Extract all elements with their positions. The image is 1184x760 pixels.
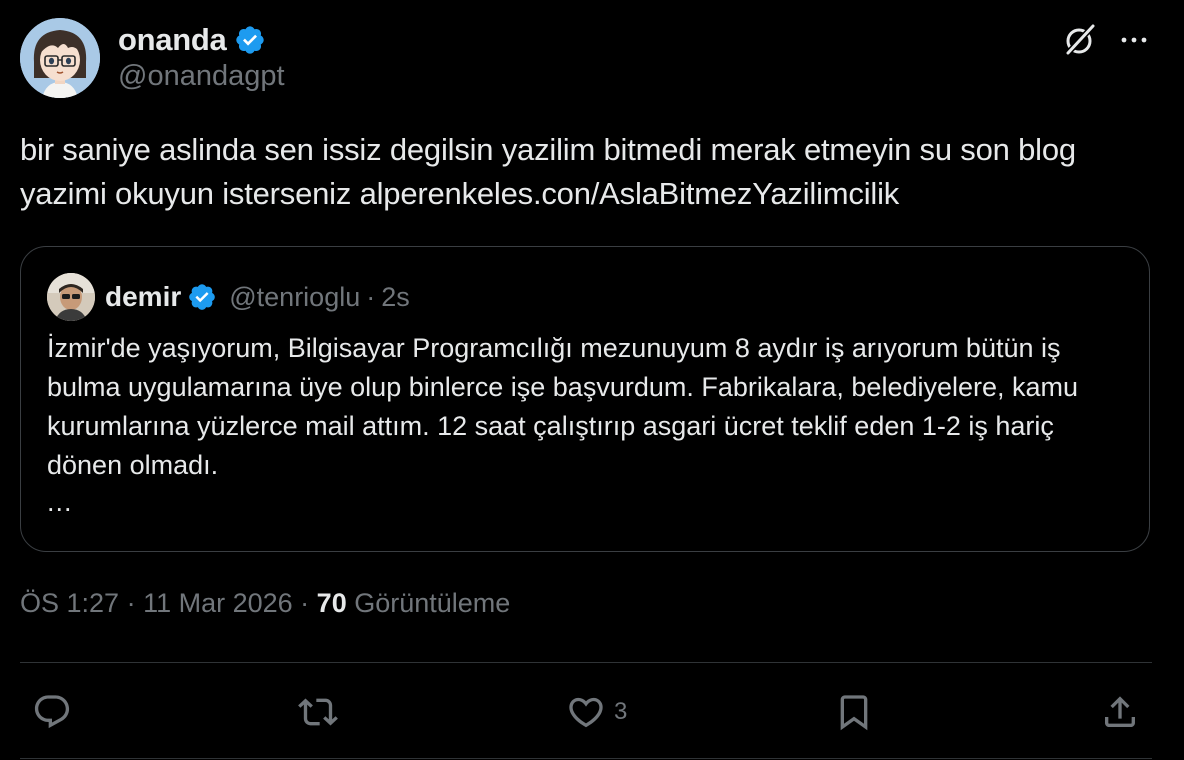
avatar-illustration [20,18,100,98]
quoted-author-name[interactable]: demir [105,281,181,313]
repost-button[interactable] [298,690,346,734]
quoted-author-handle[interactable]: @tenrioglu [229,282,360,313]
quoted-separator: · [366,281,376,312]
quoted-author-avatar[interactable] [47,273,95,321]
bottom-divider [20,758,1152,759]
bookmark-button[interactable] [834,690,882,734]
verified-badge-icon [187,282,217,312]
verified-badge-icon [234,24,266,56]
tweet-date[interactable]: 11 Mar 2026 [143,588,293,618]
like-button[interactable]: 3 [566,690,627,734]
author-avatar[interactable] [20,18,100,98]
author-handle[interactable]: @onandagpt [118,60,285,93]
author-name[interactable]: onanda [118,22,227,58]
quoted-avatar-photo [47,273,95,321]
quoted-tweet-text: İzmir'de yaşıyorum, Bilgisayar Programcı… [47,333,1079,480]
divider [20,662,1152,663]
heart-icon [569,697,603,728]
tweet-meta: ÖS 1:27 · 11 Mar 2026 · 70 Görüntüleme [20,588,510,619]
reply-button[interactable] [32,690,80,734]
quoted-more-ellipsis: ... [47,487,73,517]
quoted-header: demir @tenrioglu · 2s [105,277,410,317]
tweet-detail: onanda @onandagpt bir saniye aslinda sen… [0,0,1184,760]
grok-icon[interactable] [1060,20,1100,60]
bookmark-icon [840,695,868,731]
more-options-icon[interactable] [1116,22,1152,58]
meta-separator: · [292,588,317,618]
tweet-text: bir saniye aslinda sen issiz degilsin ya… [20,132,1076,211]
views-count[interactable]: 70 [317,588,347,618]
author-name-row[interactable]: onanda [118,20,266,60]
meta-separator: · [119,588,144,618]
share-icon [1105,696,1135,727]
reply-icon [34,695,70,729]
quoted-tweet-card[interactable]: demir @tenrioglu · 2s İzmir'de yaşıyorum… [20,246,1150,552]
tweet-time[interactable]: ÖS 1:27 [20,588,119,618]
like-count: 3 [614,698,628,725]
views-label: Görüntüleme [346,588,511,618]
share-button[interactable] [1100,690,1148,734]
quoted-timestamp[interactable]: 2s [381,282,410,313]
repost-icon [298,698,338,726]
